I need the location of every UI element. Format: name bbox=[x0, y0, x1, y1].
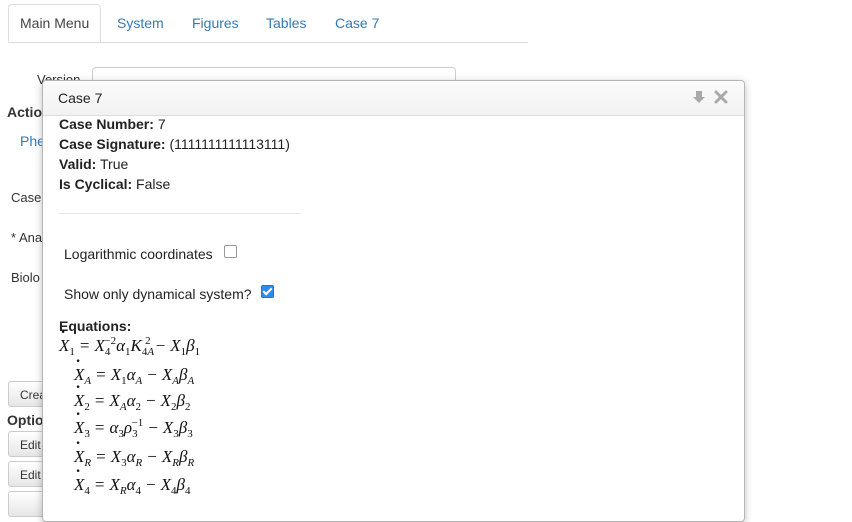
main-tab-bar: Main Menu System Figures Tables Case 7 bbox=[8, 0, 528, 43]
actions-heading: Actio bbox=[7, 104, 42, 120]
cyclical-label: Is Cyclical: bbox=[59, 176, 133, 192]
case-number-value: 7 bbox=[157, 116, 166, 132]
case-signature-value: (1111111111113111) bbox=[169, 136, 290, 152]
arrow-down-icon[interactable] bbox=[691, 89, 707, 105]
valid-value: True bbox=[100, 156, 129, 172]
close-glyph bbox=[714, 90, 728, 104]
tab-case-7[interactable]: Case 7 bbox=[324, 5, 390, 41]
equation-x2: X2=XAα2−X2β2 bbox=[74, 379, 191, 413]
equation-x3: X3=α3ρ3−1−X3β3 bbox=[74, 406, 193, 440]
dyn-only-label: Show only dynamical system? bbox=[64, 286, 252, 302]
close-icon[interactable] bbox=[713, 89, 729, 105]
case-dialog: Case 7 Case Number: 7 Case Signature: (1… bbox=[42, 80, 745, 522]
equation-x4: X4=XRα4−X4β4 bbox=[74, 463, 191, 497]
dialog-header[interactable]: Case 7 bbox=[43, 81, 744, 116]
tab-main-menu[interactable]: Main Menu bbox=[8, 4, 102, 42]
arrow-down-glyph bbox=[693, 91, 705, 103]
case-label: Case bbox=[11, 190, 42, 205]
tab-figures[interactable]: Figures bbox=[181, 5, 250, 41]
dyn-only-checkbox[interactable] bbox=[261, 285, 274, 298]
cyclical-line: Is Cyclical: False bbox=[59, 176, 170, 192]
biological-label: Biolo bbox=[11, 270, 40, 285]
dialog-title: Case 7 bbox=[58, 90, 103, 106]
tab-system[interactable]: System bbox=[106, 5, 175, 41]
valid-line: Valid: True bbox=[59, 156, 128, 172]
equations-heading: Equations: bbox=[59, 318, 132, 334]
case-number-line: Case Number: 7 bbox=[59, 116, 166, 132]
case-signature-label: Case Signature: bbox=[59, 136, 166, 152]
options-heading: Optio bbox=[7, 412, 44, 428]
log-coords-label: Logarithmic coordinates bbox=[64, 246, 213, 262]
case-number-label: Case Number: bbox=[59, 116, 154, 132]
tab-tables[interactable]: Tables bbox=[255, 5, 317, 41]
cyclical-value: False bbox=[136, 176, 171, 192]
equation-x1: X1=X4−2α1K4A2−X1β1 bbox=[59, 324, 200, 358]
equation-xr: XR=X3αR−XRβR bbox=[74, 435, 194, 469]
info-divider bbox=[59, 213, 300, 214]
case-signature-line: Case Signature: (1111111111113111) bbox=[59, 136, 290, 152]
log-coords-checkbox[interactable] bbox=[224, 245, 237, 258]
valid-label: Valid: bbox=[59, 156, 97, 172]
analysis-label: * Ana bbox=[11, 230, 43, 245]
equation-xa: XA=X1αA−XAβA bbox=[74, 353, 194, 387]
